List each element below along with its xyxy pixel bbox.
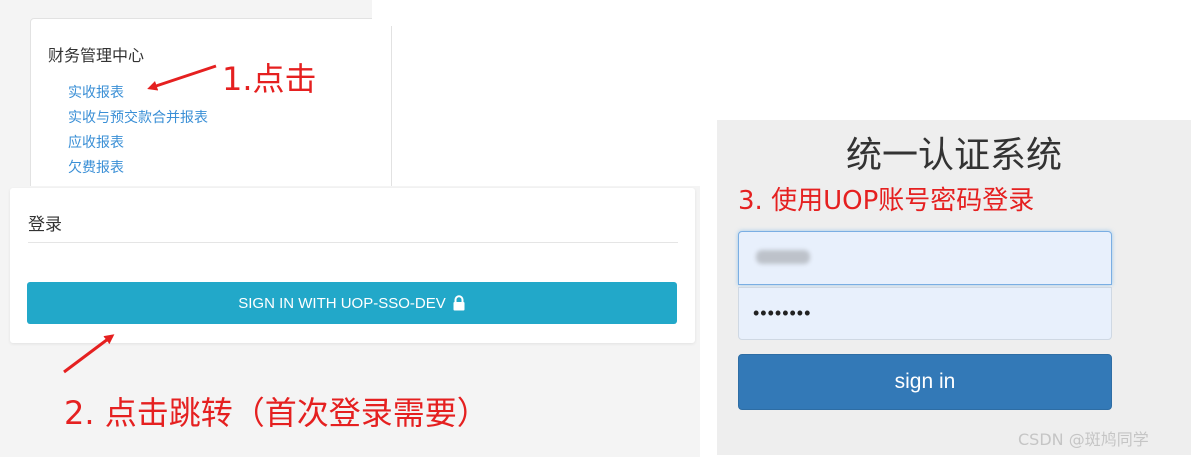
menu-link-receivables-report[interactable]: 应收报表 (68, 132, 124, 152)
panel-divider (372, 4, 444, 26)
sign-in-button[interactable]: sign in (738, 354, 1112, 410)
annotation-step-3: 3. 使用UOP账号密码登录 (738, 186, 1035, 216)
login-divider (28, 242, 678, 243)
lock-icon (453, 295, 465, 311)
menu-link-combined-report[interactable]: 实收与预交款合并报表 (68, 107, 208, 127)
menu-link-actual-receipts-report[interactable]: 实收报表 (68, 82, 124, 102)
annotation-step-1: 1.点击 (222, 60, 317, 98)
watermark: CSDN @斑鸠同学 (1018, 430, 1149, 449)
password-input[interactable] (738, 287, 1112, 340)
uop-login-title: 统一认证系统 (845, 135, 1062, 176)
blurred-username (756, 250, 810, 264)
sso-button-label: SIGN IN WITH UOP-SSO-DEV (238, 294, 446, 312)
login-title: 登录 (28, 215, 62, 235)
annotation-step-2: 2. 点击跳转（首次登录需要） (64, 394, 489, 432)
menu-link-arrears-report[interactable]: 欠费报表 (68, 157, 124, 177)
finance-menu-title: 财务管理中心 (48, 46, 145, 65)
sso-sign-in-button[interactable]: SIGN IN WITH UOP-SSO-DEV (27, 282, 677, 324)
